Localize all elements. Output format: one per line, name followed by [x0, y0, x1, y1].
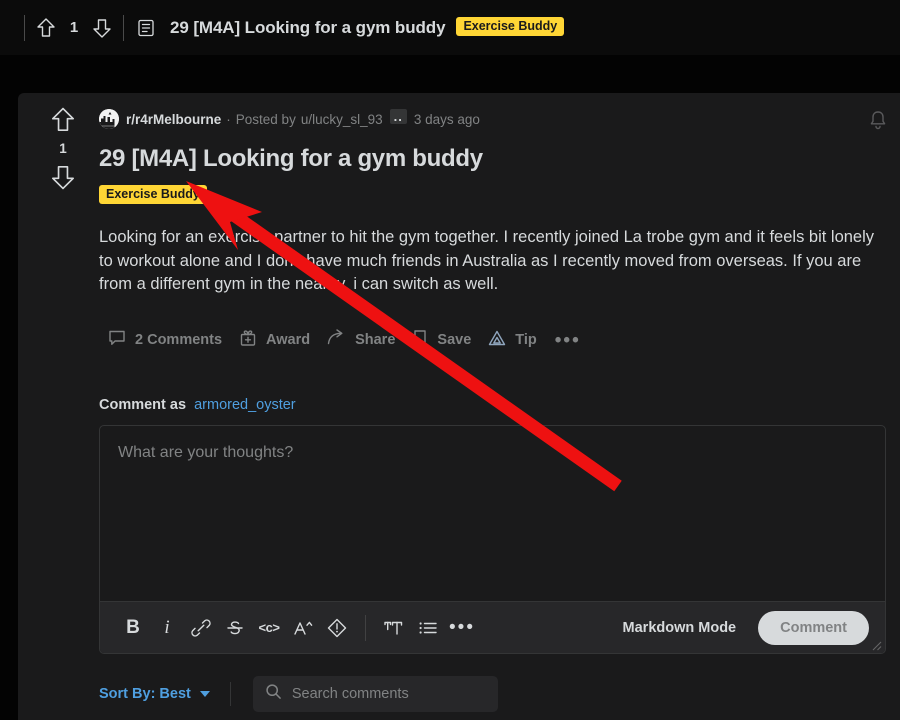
- editor-toolbar: B i <c> ••• Markdown Mode Comment: [100, 601, 885, 654]
- topbar-post-title[interactable]: 29 [M4A] Looking for a gym buddy: [170, 18, 446, 38]
- spoiler-icon[interactable]: [320, 611, 354, 645]
- bold-label: B: [126, 617, 140, 639]
- heading-icon[interactable]: [377, 611, 411, 645]
- post-meta-row: r/r4rMelbourne · Posted by u/lucky_sl_93…: [99, 108, 882, 130]
- post-action-bar: 2 Comments Award Share Save Tip •••: [99, 323, 882, 357]
- subreddit-link[interactable]: r/r4rMelbourne: [126, 112, 221, 127]
- downvote-icon[interactable]: [91, 15, 113, 41]
- comment-bubble-icon: [107, 328, 127, 352]
- post-score: 1: [59, 141, 67, 156]
- italic-label: i: [164, 617, 170, 639]
- post-flair-badge[interactable]: Exercise Buddy: [99, 184, 207, 205]
- link-icon[interactable]: [184, 611, 218, 645]
- share-button[interactable]: Share: [318, 322, 403, 358]
- search-comments-placeholder: Search comments: [291, 686, 409, 703]
- comment-as-label: Comment as: [99, 397, 187, 414]
- comment-input[interactable]: What are your thoughts?: [100, 426, 885, 601]
- strikethrough-icon[interactable]: [218, 611, 252, 645]
- comment-sort-bar: Sort By: Best Search comments: [99, 676, 882, 713]
- subreddit-avatar[interactable]: [99, 109, 119, 129]
- comments-count-label: 2 Comments: [135, 332, 223, 349]
- bookmark-icon: [411, 328, 429, 352]
- search-comments-box[interactable]: Search comments: [252, 676, 498, 713]
- chevron-down-icon: [199, 691, 210, 698]
- resize-handle[interactable]: [870, 638, 882, 651]
- bold-button[interactable]: B: [116, 611, 150, 645]
- topbar-flair-badge[interactable]: Exercise Buddy: [456, 16, 565, 37]
- save-label: Save: [437, 332, 472, 349]
- post-vote-rail: 1: [32, 105, 94, 192]
- reddit-post-page: 1 29 [M4A] Looking for a gym buddy Exerc…: [0, 0, 900, 720]
- current-username-link[interactable]: armored_oyster: [194, 397, 296, 413]
- editor-more-button[interactable]: •••: [445, 611, 479, 645]
- sort-by-label: Sort By: Best: [99, 686, 191, 703]
- italic-button[interactable]: i: [150, 611, 184, 645]
- inline-code-label: <c>: [258, 620, 280, 636]
- page-title: 29 [M4A] Looking for a gym buddy: [99, 145, 483, 172]
- post-upvote-icon[interactable]: [48, 105, 78, 135]
- topbar-divider-right: [123, 14, 124, 41]
- comment-editor: What are your thoughts? B i <c> ••• Mark…: [99, 425, 886, 655]
- posted-by-label: Posted by: [235, 111, 296, 127]
- post-selftext: Looking for an exercise partner to hit t…: [99, 228, 875, 293]
- tip-button[interactable]: Tip: [479, 322, 544, 358]
- share-arrow-icon: [326, 328, 347, 352]
- share-label: Share: [355, 332, 396, 349]
- editor-more-label: •••: [449, 617, 475, 639]
- post-flair-row: Exercise Buddy: [99, 184, 882, 205]
- superscript-icon[interactable]: [286, 611, 320, 645]
- submit-comment-button[interactable]: Comment: [758, 610, 869, 645]
- meta-separator: ·: [226, 111, 231, 127]
- post-type-icon: [134, 16, 158, 40]
- inline-code-button[interactable]: <c>: [252, 611, 286, 645]
- post-age: 3 days ago: [413, 111, 480, 127]
- post-author-link[interactable]: u/lucky_sl_93: [301, 112, 383, 127]
- gift-icon: [238, 328, 258, 352]
- topbar-vote-group: 1: [35, 15, 113, 41]
- save-button[interactable]: Save: [403, 322, 479, 358]
- sort-by-dropdown[interactable]: Sort By: Best: [99, 686, 210, 702]
- award-button[interactable]: Award: [230, 322, 318, 358]
- comment-input-placeholder: What are your thoughts?: [118, 444, 294, 462]
- sticky-topbar: 1 29 [M4A] Looking for a gym buddy Exerc…: [0, 0, 900, 55]
- comment-as-row: Comment as armored_oyster: [99, 397, 882, 413]
- search-icon: [265, 683, 282, 705]
- sortbar-divider: [229, 682, 231, 707]
- bulleted-list-icon[interactable]: [411, 611, 445, 645]
- post-more-options-button[interactable]: •••: [545, 331, 591, 350]
- post-card: 1 r/r4rMelbourne · Posted by u/lucky_sl_…: [18, 93, 900, 720]
- author-flair-badge[interactable]: ..: [389, 108, 407, 124]
- comments-button[interactable]: 2 Comments: [99, 322, 230, 358]
- topbar-divider-left: [24, 14, 25, 41]
- post-downvote-icon[interactable]: [48, 162, 78, 192]
- topbar-score: 1: [69, 19, 79, 36]
- post-body-column: r/r4rMelbourne · Posted by u/lucky_sl_93…: [99, 108, 886, 713]
- tip-label: Tip: [515, 332, 537, 349]
- tip-triangle-icon: [487, 328, 507, 352]
- award-label: Award: [266, 332, 311, 349]
- markdown-mode-toggle[interactable]: Markdown Mode: [623, 620, 737, 636]
- toolbar-separator: [365, 614, 366, 641]
- upvote-icon[interactable]: [35, 15, 57, 41]
